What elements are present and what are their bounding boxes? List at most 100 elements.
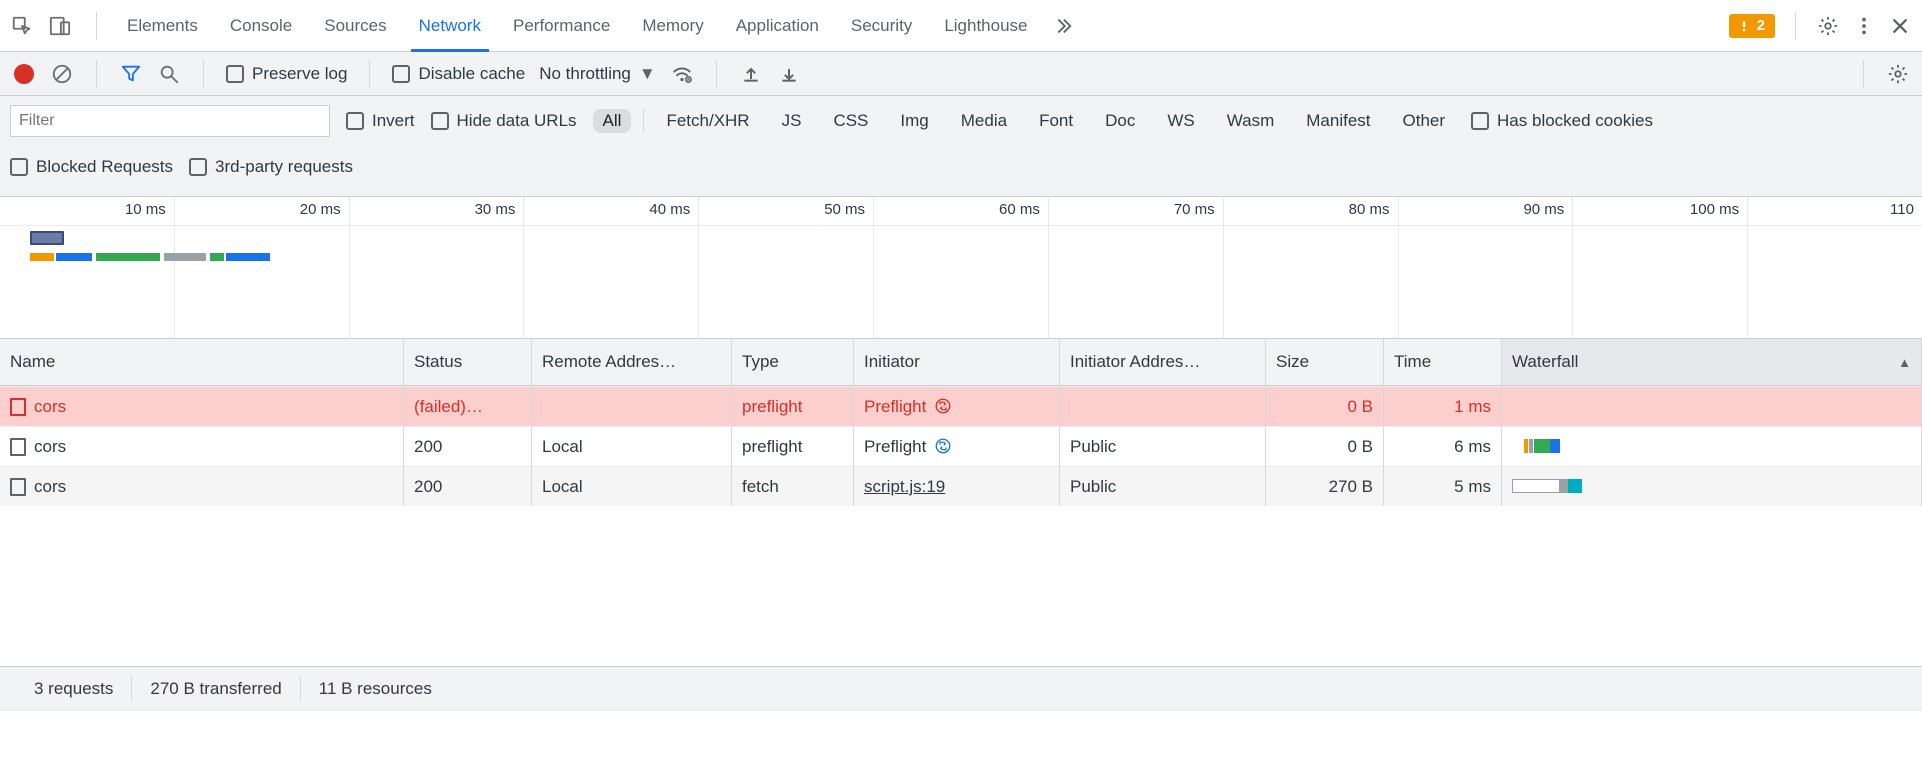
close-devtools-icon[interactable] bbox=[1888, 14, 1912, 38]
overview-tick-label: 50 ms bbox=[824, 201, 865, 218]
col-waterfall[interactable]: Waterfall▲ bbox=[1502, 339, 1922, 385]
col-type[interactable]: Type bbox=[732, 339, 854, 385]
tab-sources[interactable]: Sources bbox=[308, 0, 402, 51]
network-filter-bar: Invert Hide data URLs All Fetch/XHR JS CSS I… bbox=[0, 96, 1922, 197]
toggle-device-toolbar-icon[interactable] bbox=[48, 14, 72, 38]
cell-remote-address bbox=[532, 386, 732, 426]
waterfall-segment bbox=[1550, 439, 1560, 453]
invert-checkbox[interactable]: Invert bbox=[346, 111, 415, 131]
network-settings-gear-icon[interactable] bbox=[1886, 62, 1910, 86]
filter-funnel-icon[interactable] bbox=[119, 62, 143, 86]
table-row[interactable]: cors200Localfetchscript.js:19Public270 B… bbox=[0, 466, 1922, 506]
throttling-value: No throttling bbox=[539, 64, 631, 84]
filter-input[interactable] bbox=[10, 105, 330, 137]
has-blocked-cookies-checkbox[interactable]: Has blocked cookies bbox=[1471, 111, 1653, 131]
cell-size: 0 B bbox=[1266, 426, 1384, 466]
filter-chip-doc[interactable]: Doc bbox=[1095, 109, 1145, 133]
tabbar-right-icons: 2 bbox=[1729, 12, 1916, 40]
filter-chip-manifest[interactable]: Manifest bbox=[1296, 109, 1380, 133]
overview-tick-label: 80 ms bbox=[1349, 201, 1390, 218]
overview-tick-label: 40 ms bbox=[649, 201, 690, 218]
invert-label: Invert bbox=[372, 111, 415, 131]
upload-har-icon[interactable] bbox=[739, 62, 763, 86]
footer-resources: 11 B resources bbox=[301, 679, 450, 699]
overview-tick-label: 30 ms bbox=[475, 201, 516, 218]
tab-network[interactable]: Network bbox=[403, 0, 497, 51]
overview-tick-label: 100 ms bbox=[1690, 201, 1739, 218]
tab-console[interactable]: Console bbox=[214, 0, 308, 51]
file-icon bbox=[10, 398, 26, 416]
cell-size: 0 B bbox=[1266, 386, 1384, 426]
overview-tick-label: 20 ms bbox=[300, 201, 341, 218]
overview-column: 20 ms bbox=[175, 197, 350, 338]
network-overview-timeline[interactable]: 10 ms 20 ms 30 ms 40 ms 50 ms 60 ms 70 ms 80 ms… bbox=[0, 197, 1922, 339]
filter-chip-js[interactable]: JS bbox=[772, 109, 812, 133]
cell-remote-address: Local bbox=[532, 466, 732, 506]
overview-column: 70 ms bbox=[1049, 197, 1224, 338]
tab-application[interactable]: Application bbox=[720, 0, 835, 51]
overview-selection-handle[interactable] bbox=[30, 231, 64, 245]
filter-chip-other[interactable]: Other bbox=[1393, 109, 1456, 133]
filter-chip-fetchxhr[interactable]: Fetch/XHR bbox=[656, 109, 759, 133]
overview-tick-label: 70 ms bbox=[1174, 201, 1215, 218]
more-tabs-chevron-icon[interactable] bbox=[1050, 14, 1074, 38]
cell-type: preflight bbox=[732, 386, 854, 426]
overview-column: 80 ms bbox=[1224, 197, 1399, 338]
cell-initiator-address: Public bbox=[1060, 426, 1266, 466]
tab-elements[interactable]: Elements bbox=[111, 0, 214, 51]
cell-remote-address: Local bbox=[532, 426, 732, 466]
waterfall-segment bbox=[1512, 479, 1560, 493]
cell-waterfall bbox=[1502, 426, 1922, 466]
table-row[interactable]: cors200LocalpreflightPreflightPublic0 B6… bbox=[0, 426, 1922, 466]
tab-security[interactable]: Security bbox=[835, 0, 928, 51]
col-name[interactable]: Name bbox=[0, 339, 404, 385]
preflight-swap-icon bbox=[934, 397, 952, 417]
separator bbox=[716, 60, 717, 88]
filter-chip-all[interactable]: All bbox=[593, 109, 632, 133]
hide-data-urls-checkbox[interactable]: Hide data URLs bbox=[431, 111, 577, 131]
inspect-element-icon[interactable] bbox=[10, 14, 34, 38]
col-size[interactable]: Size bbox=[1266, 339, 1384, 385]
cell-name: cors bbox=[0, 426, 404, 466]
filter-chip-css[interactable]: CSS bbox=[823, 109, 878, 133]
requests-table: Name Status Remote Addres… Type Initiato… bbox=[0, 339, 1922, 667]
cell-initiator[interactable]: script.js:19 bbox=[854, 466, 1060, 506]
filter-chip-ws[interactable]: WS bbox=[1157, 109, 1204, 133]
throttling-select[interactable]: No throttling ▼ bbox=[539, 64, 656, 84]
col-status[interactable]: Status bbox=[404, 339, 532, 385]
blocked-requests-checkbox[interactable]: Blocked Requests bbox=[10, 157, 173, 177]
preflight-swap-icon bbox=[934, 437, 952, 457]
tab-memory[interactable]: Memory bbox=[626, 0, 719, 51]
filter-chip-media[interactable]: Media bbox=[951, 109, 1017, 133]
record-button[interactable] bbox=[12, 62, 36, 86]
download-har-icon[interactable] bbox=[777, 62, 801, 86]
overview-tick-label: 10 ms bbox=[125, 201, 166, 218]
requests-table-header: Name Status Remote Addres… Type Initiato… bbox=[0, 339, 1922, 386]
overview-column: 30 ms bbox=[350, 197, 525, 338]
cell-status: (failed)… bbox=[404, 386, 532, 426]
disable-cache-checkbox[interactable]: Disable cache bbox=[392, 64, 525, 84]
filter-chip-img[interactable]: Img bbox=[890, 109, 938, 133]
kebab-menu-icon[interactable] bbox=[1852, 14, 1876, 38]
settings-gear-icon[interactable] bbox=[1816, 14, 1840, 38]
table-row[interactable]: cors(failed)…preflightPreflight0 B1 ms bbox=[0, 386, 1922, 426]
waterfall-segment bbox=[1524, 439, 1528, 453]
filter-chip-wasm[interactable]: Wasm bbox=[1217, 109, 1285, 133]
col-remote-address[interactable]: Remote Addres… bbox=[532, 339, 732, 385]
tab-performance[interactable]: Performance bbox=[497, 0, 626, 51]
network-conditions-icon[interactable] bbox=[670, 62, 694, 86]
overview-column: 60 ms bbox=[874, 197, 1049, 338]
search-icon[interactable] bbox=[157, 62, 181, 86]
separator bbox=[369, 60, 370, 88]
has-blocked-cookies-label: Has blocked cookies bbox=[1497, 111, 1653, 131]
clear-log-icon[interactable] bbox=[50, 62, 74, 86]
footer-transferred: 270 B transferred bbox=[132, 679, 299, 699]
col-initiator-address[interactable]: Initiator Addres… bbox=[1060, 339, 1266, 385]
col-time[interactable]: Time bbox=[1384, 339, 1502, 385]
third-party-checkbox[interactable]: 3rd-party requests bbox=[189, 157, 353, 177]
preserve-log-checkbox[interactable]: Preserve log bbox=[226, 64, 347, 84]
tab-lighthouse[interactable]: Lighthouse bbox=[928, 0, 1043, 51]
filter-chip-font[interactable]: Font bbox=[1029, 109, 1083, 133]
issues-warning-badge[interactable]: 2 bbox=[1729, 14, 1775, 38]
col-initiator[interactable]: Initiator bbox=[854, 339, 1060, 385]
